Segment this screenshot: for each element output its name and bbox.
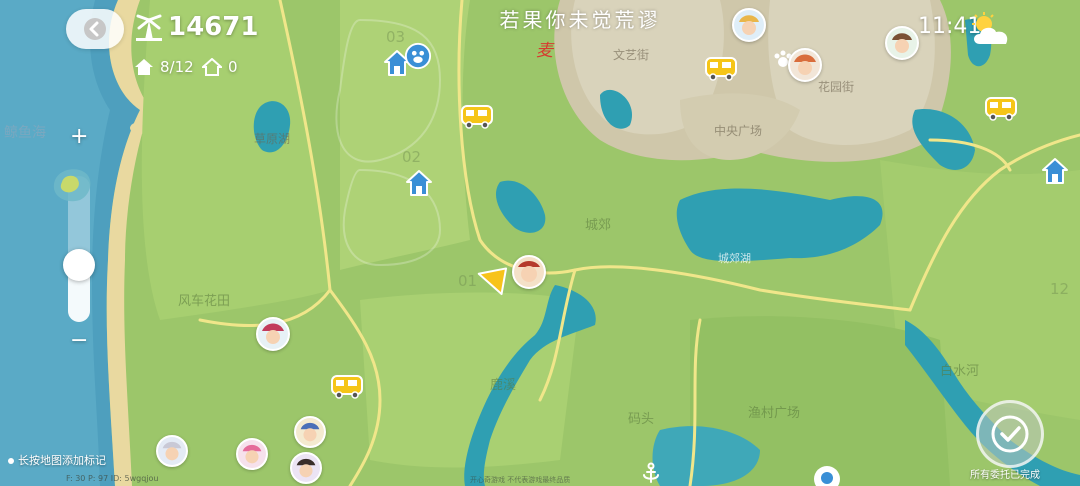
footer-note: 开心奇游戏 不代表游戏最终品质	[470, 476, 571, 484]
sun-cloud-icon	[972, 12, 1008, 44]
bus-stop-icon[interactable]	[984, 96, 1018, 122]
house-icon[interactable]	[1040, 156, 1070, 186]
debug-coords: F: 30 P: 97 ID: 5wgqjou	[66, 474, 159, 483]
commissions-complete-button[interactable]	[976, 400, 1044, 468]
villager-avatar[interactable]	[732, 8, 766, 42]
info-dot-icon	[8, 458, 14, 464]
house-count: 0	[228, 58, 238, 76]
coin-count: 14671	[168, 12, 259, 42]
back-arrow-icon	[84, 18, 106, 40]
villager-avatar[interactable]	[294, 416, 326, 448]
checkmark-icon	[991, 415, 1029, 453]
windmill-icon	[136, 14, 162, 41]
title-signature: 麦	[536, 41, 553, 61]
player-position-icon	[477, 267, 508, 296]
back-button[interactable]	[66, 9, 124, 49]
map-hint-text: 长按地图添加标记	[18, 454, 106, 467]
resident-house-icon	[135, 59, 153, 75]
mini-island-icon[interactable]	[48, 162, 98, 206]
bus-stop-icon[interactable]	[460, 104, 494, 130]
pet-house-icon[interactable]	[404, 42, 432, 70]
villager-avatar[interactable]	[256, 317, 290, 351]
map-marker-icon[interactable]	[812, 464, 842, 486]
zoom-in-button[interactable]: +	[70, 124, 88, 149]
villager-avatar[interactable]	[236, 438, 268, 470]
empty-house-icon	[202, 58, 222, 76]
villager-avatar[interactable]	[156, 435, 188, 467]
resident-count: 8/12	[160, 58, 194, 76]
zoom-out-button[interactable]: −	[70, 328, 88, 353]
bus-stop-icon[interactable]	[704, 56, 738, 82]
villager-avatar[interactable]	[788, 48, 822, 82]
anchor-icon[interactable]	[640, 462, 662, 484]
villager-avatar[interactable]	[885, 26, 919, 60]
villager-avatar[interactable]	[512, 255, 546, 289]
bus-stop-icon[interactable]	[330, 374, 364, 400]
villager-avatar[interactable]	[290, 452, 322, 484]
title-text: 若果你未觉荒谬	[499, 8, 661, 32]
house-icon[interactable]	[404, 168, 434, 198]
commissions-status: 所有委托已完成	[970, 470, 1040, 481]
map-hint: 长按地图添加标记	[8, 452, 106, 468]
zoom-slider-handle[interactable]	[63, 248, 95, 281]
